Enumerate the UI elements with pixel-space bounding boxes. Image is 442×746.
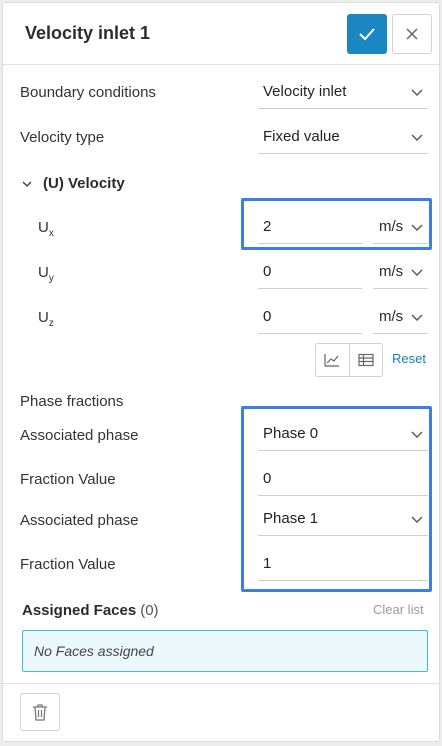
uz-value: 0 <box>263 308 272 325</box>
boundary-conditions-label: Boundary conditions <box>20 84 156 101</box>
uz-input[interactable]: 0 <box>258 300 362 334</box>
close-icon <box>406 28 418 40</box>
chevron-down-icon <box>411 89 423 96</box>
chart-mode-button[interactable] <box>316 344 349 376</box>
close-button[interactable] <box>392 14 432 54</box>
uy-value: 0 <box>263 263 272 280</box>
assigned-faces-title: Assigned Faces (0) <box>22 602 159 619</box>
velocity-type-value: Fixed value <box>263 128 340 145</box>
associated-phase-label: Associated phase <box>20 512 139 529</box>
phase-highlight-box <box>241 406 432 592</box>
chevron-down-icon <box>22 180 32 187</box>
boundary-condition-panel: Velocity inlet 1 Boundary conditions Vel… <box>2 2 440 742</box>
check-icon <box>359 28 375 41</box>
uy-input[interactable]: 0 <box>258 255 362 289</box>
clear-list-link[interactable]: Clear list <box>373 602 424 617</box>
chevron-down-icon <box>411 269 423 276</box>
table-icon <box>358 353 374 367</box>
assigned-faces-box[interactable]: No Faces assigned <box>22 630 428 672</box>
uz-unit-select[interactable]: m/s <box>373 300 428 334</box>
velocity-section-toggle[interactable]: (U) Velocity <box>21 175 125 192</box>
uz-unit-value: m/s <box>379 308 404 325</box>
velocity-section-title: (U) Velocity <box>43 175 125 192</box>
panel-header: Velocity inlet 1 <box>3 3 439 65</box>
panel-title: Velocity inlet 1 <box>25 23 151 43</box>
phase-fractions-title: Phase fractions <box>20 393 124 410</box>
uy-unit-value: m/s <box>379 263 404 280</box>
uy-unit-select[interactable]: m/s <box>373 255 428 289</box>
uy-label: Uy <box>38 264 54 284</box>
value-mode-toggle <box>315 343 383 377</box>
velocity-type-select[interactable]: Fixed value <box>258 120 428 154</box>
assigned-faces-count: (0) <box>140 602 159 619</box>
associated-phase-label: Associated phase <box>20 427 139 444</box>
confirm-button[interactable] <box>347 14 387 54</box>
boundary-conditions-value: Velocity inlet <box>263 83 347 100</box>
no-faces-text: No Faces assigned <box>34 643 154 659</box>
ux-highlight-box <box>241 198 432 250</box>
velocity-type-label: Velocity type <box>20 129 105 146</box>
boundary-conditions-select[interactable]: Velocity inlet <box>258 75 428 109</box>
chevron-down-icon <box>411 314 423 321</box>
footer-divider <box>3 683 439 684</box>
fraction-value-label: Fraction Value <box>20 471 116 488</box>
fraction-value-label: Fraction Value <box>20 556 116 573</box>
ux-label: Ux <box>38 219 54 239</box>
chevron-down-icon <box>411 134 423 141</box>
trash-icon <box>33 704 47 721</box>
chart-icon <box>324 354 340 367</box>
uz-label: Uz <box>38 309 54 329</box>
delete-button[interactable] <box>20 693 60 731</box>
table-mode-button[interactable] <box>348 344 383 376</box>
reset-link[interactable]: Reset <box>392 351 426 366</box>
